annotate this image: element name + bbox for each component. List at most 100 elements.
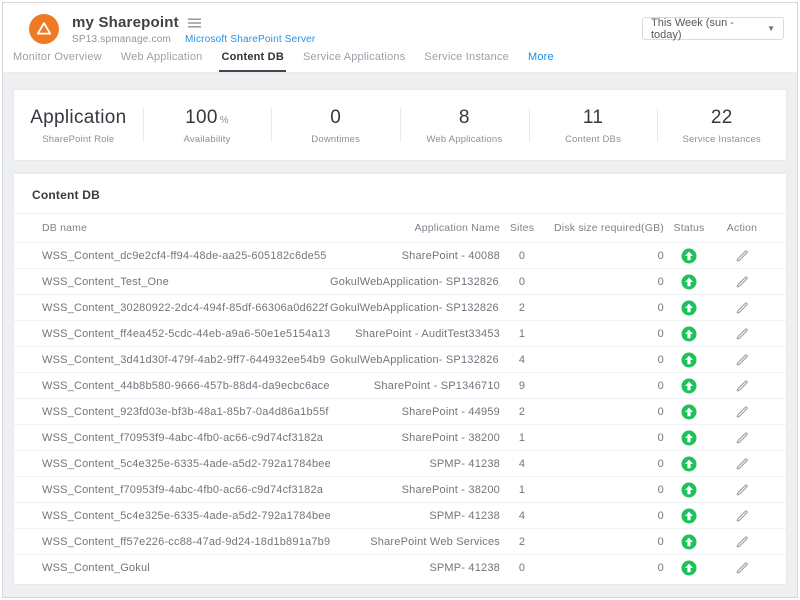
status-up-icon[interactable] [681,352,697,368]
status-up-icon[interactable] [681,326,697,342]
cell-db-name: WSS_Content_Test_One [42,276,330,288]
cell-db-name: WSS_Content_ff4ea452-5cdc-44eb-a9a6-50e1… [42,328,330,340]
page-title: my Sharepoint [72,14,179,31]
cell-app-name: SPMP- 41238 [330,458,500,470]
edit-pencil-icon[interactable] [735,457,749,471]
section-title: Content DB [14,174,786,213]
stat-label: Availability [143,134,272,145]
period-dropdown[interactable]: This Week (sun - today) ▼ [642,17,784,40]
tab-service-applications[interactable]: Service Applications [303,51,405,72]
cell-db-name: WSS_Content_923fd03e-bf3b-48a1-85b7-0a4d… [42,406,330,418]
stat-value: 11 [529,107,658,129]
cell-db-name: WSS_Content_3d41d30f-479f-4ab2-9ff7-6449… [42,354,330,366]
hamburger-icon[interactable] [188,18,201,28]
edit-pencil-icon[interactable] [735,483,749,497]
cell-app-name: GokulWebApplication- SP1328261 [330,302,500,314]
status-up-icon[interactable] [681,534,697,550]
cell-disk-size: 0 [544,380,664,392]
table-row: WSS_Content_dc9e2cf4-ff94-48de-aa25-6051… [14,242,786,268]
edit-pencil-icon[interactable] [735,509,749,523]
status-up-icon[interactable] [681,248,697,264]
cell-app-name: SharePoint Web Services [330,536,500,548]
edit-pencil-icon[interactable] [735,405,749,419]
tab-monitor-overview[interactable]: Monitor Overview [13,51,102,72]
stat-value: Application [14,107,143,129]
cell-disk-size: 0 [544,328,664,340]
status-up-icon[interactable] [681,508,697,524]
table-row: WSS_Content_ff4ea452-5cdc-44eb-a9a6-50e1… [14,320,786,346]
stat-label: Service Instances [657,134,786,145]
status-up-icon[interactable] [681,404,697,420]
status-up-icon[interactable] [681,430,697,446]
column-header-disk-size[interactable]: Disk size required(GB) [544,222,664,234]
cell-disk-size: 0 [544,484,664,496]
edit-pencil-icon[interactable] [735,301,749,315]
column-header-sites[interactable]: Sites [500,222,544,234]
edit-pencil-icon[interactable] [735,535,749,549]
status-up-icon[interactable] [681,456,697,472]
table-header-row: DB name Application Name Sites Disk size… [14,214,786,242]
cell-action [714,249,770,263]
stat-service-instances: 22 Service Instances [657,105,786,145]
tab-more[interactable]: More [528,51,554,72]
table-row: WSS_Content_5c4e325e-6335-4ade-a5d2-792a… [14,502,786,528]
cell-app-name: GokulWebApplication- SP1328261 [330,354,500,366]
cell-action [714,275,770,289]
monitor-type-link[interactable]: Microsoft SharePoint Server [185,34,315,45]
edit-pencil-icon[interactable] [735,327,749,341]
cell-disk-size: 0 [544,302,664,314]
cell-action [714,561,770,575]
cell-db-name: WSS_Content_Gokul [42,562,330,574]
status-up-icon[interactable] [681,300,697,316]
cell-action [714,535,770,549]
cell-status [664,404,714,420]
cell-sites: 2 [500,536,544,548]
stat-value: 100% [143,107,272,129]
percent-suffix: % [220,115,229,126]
edit-pencil-icon[interactable] [735,561,749,575]
edit-pencil-icon[interactable] [735,353,749,367]
edit-pencil-icon[interactable] [735,275,749,289]
table-row: WSS_Content_f70953f9-4abc-4fb0-ac66-c9d7… [14,424,786,450]
column-header-action[interactable]: Action [714,222,770,234]
cell-db-name: WSS_Content_f70953f9-4abc-4fb0-ac66-c9d7… [42,484,330,496]
column-header-db-name[interactable]: DB name [42,222,330,234]
monitor-head-text: my Sharepoint SP13.spmanage.com Microsof… [72,14,315,45]
cell-db-name: WSS_Content_5c4e325e-6335-4ade-a5d2-792a… [42,458,330,470]
column-header-status[interactable]: Status [664,222,714,234]
table-row: WSS_Content_Gokul SPMP- 41238 0 0 [14,554,786,580]
column-header-app-name[interactable]: Application Name [330,222,500,234]
cell-db-name: WSS_Content_f70953f9-4abc-4fb0-ac66-c9d7… [42,432,330,444]
status-up-icon[interactable] [681,274,697,290]
tab-content-db[interactable]: Content DB [221,51,284,72]
table-row: WSS_Content_ff57e226-cc88-47ad-9d24-18d1… [14,528,786,554]
cell-disk-size: 0 [544,562,664,574]
cell-app-name: SPMP- 41238 [330,510,500,522]
status-up-icon[interactable] [681,560,697,576]
status-up-icon[interactable] [681,482,697,498]
cell-action [714,509,770,523]
cell-disk-size: 0 [544,536,664,548]
edit-pencil-icon[interactable] [735,249,749,263]
cell-disk-size: 0 [544,406,664,418]
edit-pencil-icon[interactable] [735,431,749,445]
cell-db-name: WSS_Content_dc9e2cf4-ff94-48de-aa25-6051… [42,250,330,262]
cell-sites: 2 [500,302,544,314]
top-bar: my Sharepoint SP13.spmanage.com Microsof… [3,3,797,73]
tab-web-application[interactable]: Web Application [121,51,203,72]
stat-availability: 100% Availability [143,105,272,145]
stat-value: 8 [400,107,529,129]
cell-app-name: SharePoint - AuditTest33453 [330,328,500,340]
cell-action [714,353,770,367]
cell-status [664,326,714,342]
cell-db-name: WSS_Content_44b8b580-9666-457b-88d4-da9e… [42,380,330,392]
cell-app-name: SharePoint - 44959 [330,406,500,418]
cell-sites: 4 [500,458,544,470]
table-row: WSS_Content_5c4e325e-6335-4ade-a5d2-792a… [14,450,786,476]
stat-value: 0 [271,107,400,129]
status-up-icon[interactable] [681,378,697,394]
edit-pencil-icon[interactable] [735,379,749,393]
table-row: WSS_Content_923fd03e-bf3b-48a1-85b7-0a4d… [14,398,786,424]
tab-service-instance[interactable]: Service Instance [424,51,509,72]
stat-content-dbs: 11 Content DBs [529,105,658,145]
